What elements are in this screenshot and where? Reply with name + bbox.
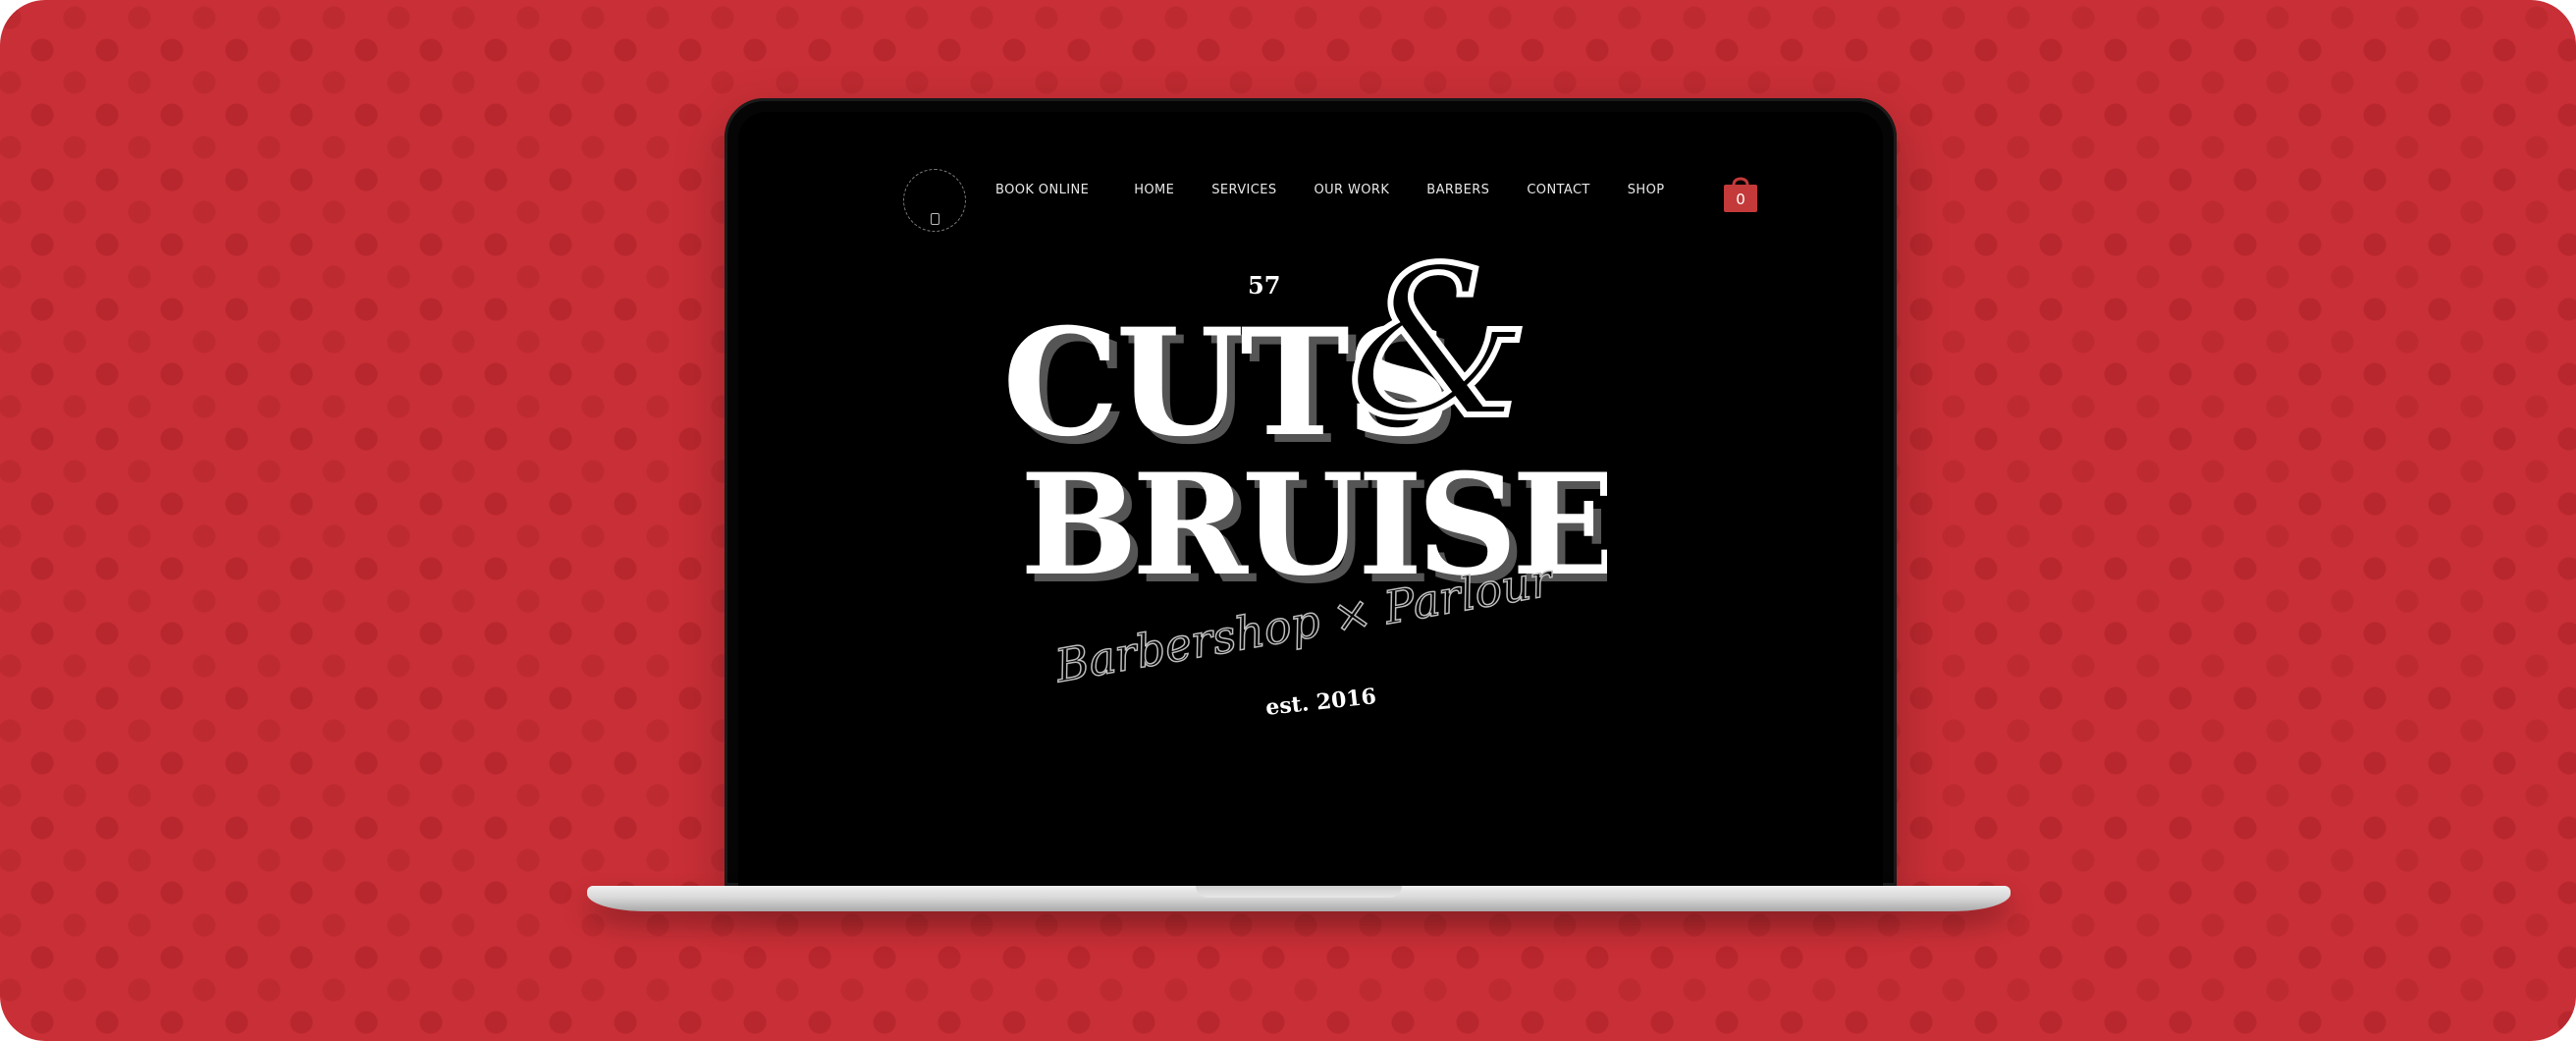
hero-logo: 57 CUTS BRUISES CUTS BRUISES & Barbersho… <box>998 257 1607 721</box>
top-navigation: BOOK ONLINE HOME SERVICES OUR WORK BARBE… <box>738 161 1883 232</box>
nav-item-shop[interactable]: SHOP <box>1628 183 1665 197</box>
presentation-background: BOOK ONLINE HOME SERVICES OUR WORK BARBE… <box>0 0 2576 1041</box>
laptop-lid: BOOK ONLINE HOME SERVICES OUR WORK BARBE… <box>724 98 1897 886</box>
site-logo[interactable] <box>903 169 966 232</box>
website-screen: BOOK ONLINE HOME SERVICES OUR WORK BARBE… <box>738 112 1883 886</box>
nav-item-our-work[interactable]: OUR WORK <box>1315 183 1390 197</box>
nav-item-contact[interactable]: CONTACT <box>1527 183 1589 197</box>
nav-item-barbers[interactable]: BARBERS <box>1426 183 1489 197</box>
cart-button[interactable]: 0 <box>1722 171 1759 214</box>
nav-menu: BOOK ONLINE HOME SERVICES OUR WORK BARBE… <box>995 183 1664 197</box>
nav-item-services[interactable]: SERVICES <box>1211 183 1276 197</box>
cart-count: 0 <box>1736 191 1745 208</box>
logo-mark-icon <box>931 213 939 225</box>
wordmark-ampersand: & <box>1347 257 1530 464</box>
laptop-hinge-notch <box>1196 886 1402 898</box>
laptop-mockup: BOOK ONLINE HOME SERVICES OUR WORK BARBE… <box>587 98 2011 923</box>
nav-item-home[interactable]: HOME <box>1134 183 1174 197</box>
nav-item-book-online[interactable]: BOOK ONLINE <box>995 183 1089 197</box>
